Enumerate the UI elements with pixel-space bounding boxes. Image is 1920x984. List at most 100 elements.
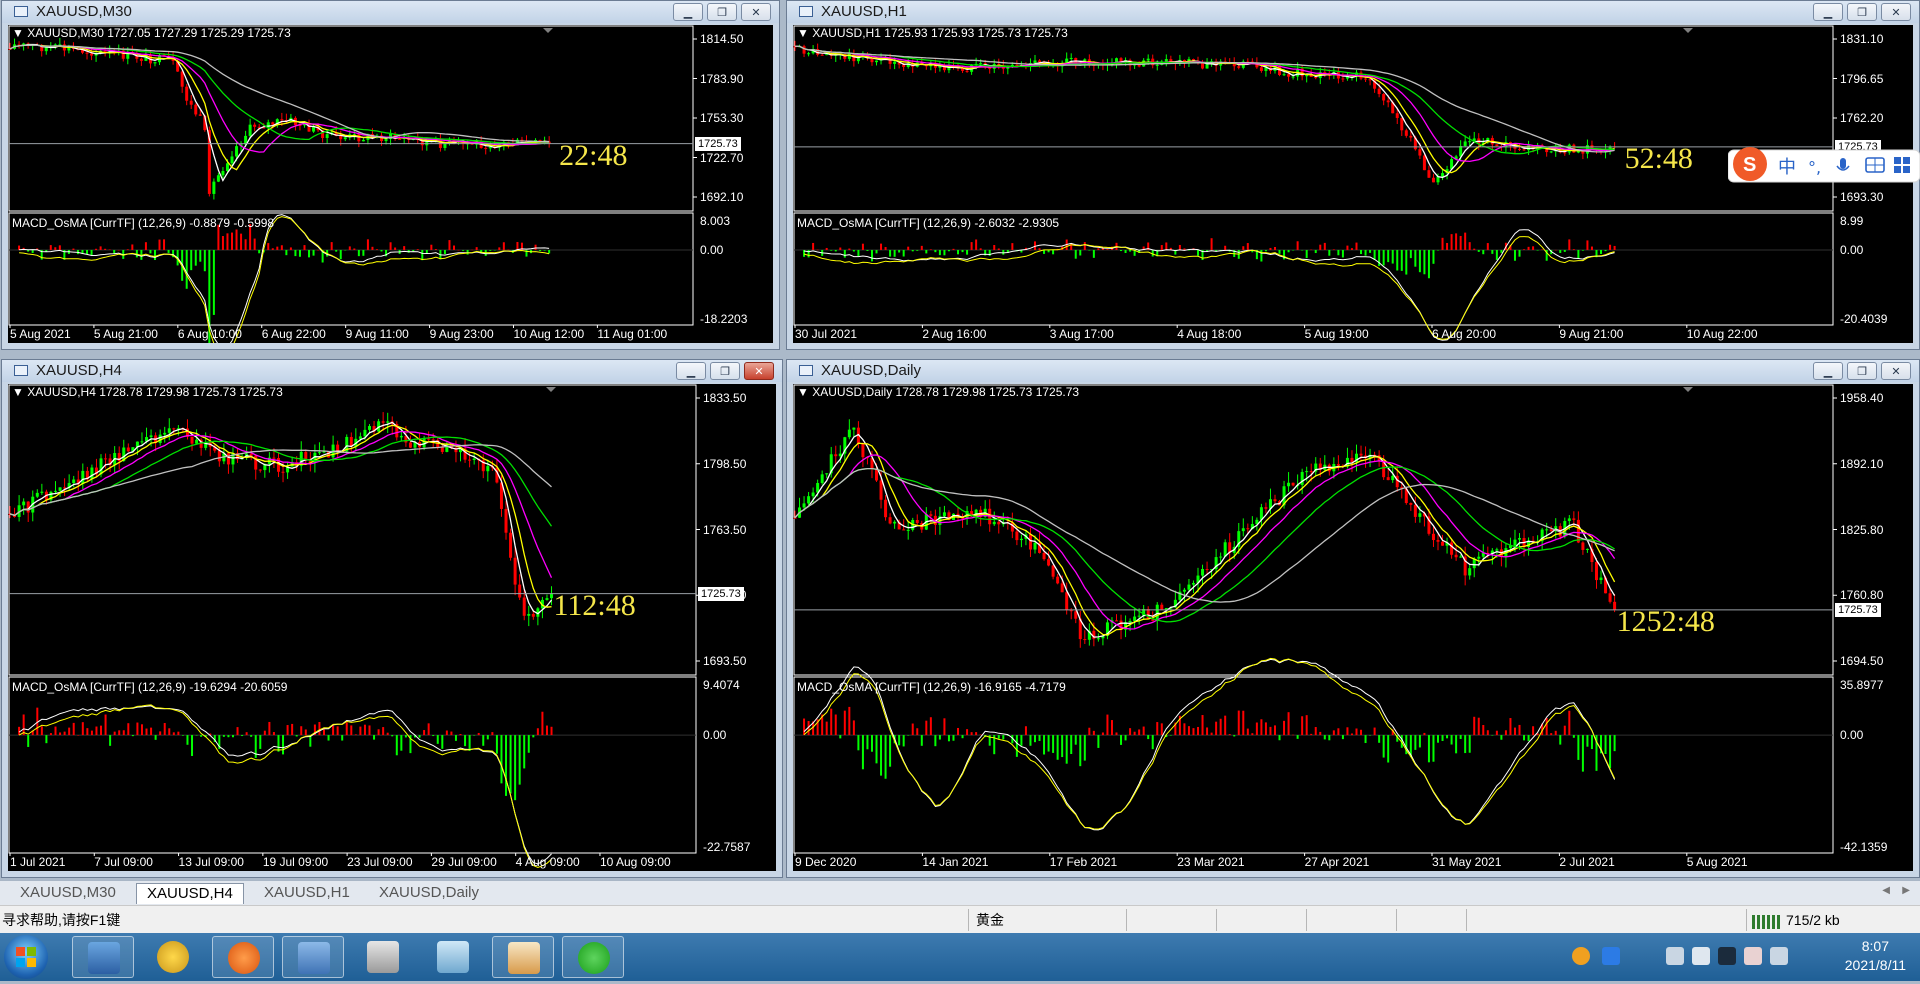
taskbar-paint-icon[interactable]: [492, 936, 554, 978]
tab-xauusd-h1[interactable]: XAUUSD,H1: [254, 883, 360, 903]
maximize-button[interactable]: ❐: [707, 3, 737, 21]
tray-shield-icon[interactable]: [1602, 947, 1620, 965]
macd-scale-label: -22.7587: [703, 840, 751, 854]
minimize-button[interactable]: ▁: [673, 3, 703, 21]
time-axis-label: 9 Aug 11:00: [345, 327, 409, 341]
window-title-bar[interactable]: XAUUSD,H4 ▁ ❐ ✕: [2, 360, 782, 382]
start-button[interactable]: [4, 935, 48, 979]
taskbar-terminal-icon[interactable]: [282, 936, 344, 978]
maximize-button[interactable]: ❐: [1847, 362, 1877, 380]
tray-signal-icon[interactable]: [1770, 947, 1788, 965]
time-axis-label: 7 Jul 09:00: [94, 855, 153, 869]
taskbar-clock[interactable]: 8:07 2021/8/11: [1845, 937, 1906, 975]
time-axis-label: 9 Dec 2020: [795, 855, 857, 869]
time-axis-label: 6 Aug 22:00: [261, 327, 326, 341]
close-button[interactable]: ✕: [744, 362, 774, 380]
chart-window-icon: [799, 365, 813, 376]
time-axis-label: 23 Mar 2021: [1177, 855, 1245, 869]
window-title-bar[interactable]: XAUUSD,H1 ▁ ❐ ✕: [787, 1, 1919, 23]
price-scale-label: 1692.10: [700, 190, 744, 204]
tray-display-icon[interactable]: [1718, 947, 1736, 965]
tray-volume-icon[interactable]: [1692, 947, 1710, 965]
tray-mute-icon[interactable]: [1744, 947, 1762, 965]
macd-indicator-info: MACD_OsMA [CurrTF] (12,26,9) -2.6032 -2.…: [797, 216, 1060, 230]
bar-countdown-timer: 22:48: [559, 138, 628, 172]
tray-antivirus-icon[interactable]: [1572, 947, 1590, 965]
chart-window-m30[interactable]: XAUUSD,M30 ▁ ❐ ✕ 1814.50 1783.90 1753.30 1722.7…: [1, 0, 780, 350]
taskbar-wechat-icon[interactable]: [562, 936, 624, 978]
close-button[interactable]: ✕: [1881, 362, 1911, 380]
tab-xauusd-daily[interactable]: XAUUSD,Daily: [369, 883, 489, 903]
minimize-button[interactable]: ▁: [676, 362, 706, 380]
taskbar-finance-icon[interactable]: [142, 936, 204, 978]
window-title-bar[interactable]: XAUUSD,Daily ▁ ❐ ✕: [787, 360, 1919, 382]
window-title: XAUUSD,H4: [36, 362, 122, 379]
price-scale-label: 1753.30: [700, 111, 744, 125]
price-scale-label: 1892.10: [1840, 456, 1884, 471]
time-axis-label: 5 Aug 2021: [1686, 855, 1748, 869]
time-axis-label: 17 Feb 2021: [1049, 855, 1118, 869]
close-button[interactable]: ✕: [741, 3, 771, 21]
chart-canvas: [793, 384, 1837, 856]
price-scale-label: 1694.50: [1840, 654, 1884, 668]
taskbar-notes-icon[interactable]: [422, 936, 484, 978]
maximize-button[interactable]: ❐: [1847, 3, 1877, 21]
macd-indicator-info: MACD_OsMA [CurrTF] (12,26,9) -0.8879 -0.…: [12, 216, 275, 230]
chart-area[interactable]: 1958.40 1892.10 1825.80 1760.80 1694.50 35.89…: [793, 384, 1913, 871]
chart-symbol-info: ▼ XAUUSD,H4 1728.78 1729.98 1725.73 1725…: [12, 385, 283, 399]
minimize-button[interactable]: ▁: [1813, 3, 1843, 21]
taskbar-swirl-app-icon[interactable]: [212, 936, 274, 978]
close-button[interactable]: ✕: [1881, 3, 1911, 21]
time-axis-label: 9 Aug 23:00: [429, 327, 494, 341]
chart-window-daily[interactable]: XAUUSD,Daily ▁ ❐ ✕ 1958.40 1892.10 1825.80 1760…: [786, 359, 1920, 878]
bid-price-label: 1725.73: [1835, 602, 1881, 617]
macd-scale-label: 0.00: [1840, 242, 1864, 257]
bid-price-label: 1725.73: [695, 136, 741, 151]
tab-xauusd-h4[interactable]: XAUUSD,H4: [136, 883, 244, 904]
macd-scale-label: 0.00: [703, 728, 727, 743]
status-profile: 黄金: [976, 912, 1004, 928]
bar-countdown-timer: 52:48: [1624, 141, 1693, 175]
macd-scale-label: 8.99: [1840, 214, 1864, 228]
tray-network-icon[interactable]: [1666, 947, 1684, 965]
time-axis-label: 23 Jul 09:00: [347, 855, 413, 869]
window-title-bar[interactable]: XAUUSD,M30 ▁ ❐ ✕: [2, 1, 779, 23]
price-scale-label: 1783.90: [700, 71, 744, 86]
tab-scroll-right-icon[interactable]: ▶: [1902, 885, 1910, 896]
chart-window-icon: [799, 6, 813, 17]
connection-bars-icon: [1752, 906, 1782, 934]
time-axis-label: 19 Jul 09:00: [262, 855, 329, 869]
minimize-button[interactable]: ▁: [1813, 362, 1843, 380]
chart-area[interactable]: 1833.501798.501763.501728.501693.509.407…: [8, 384, 776, 871]
macd-indicator-info: MACD_OsMA [CurrTF] (12,26,9) -16.9165 -4…: [797, 680, 1066, 694]
maximize-button[interactable]: ❐: [710, 362, 740, 380]
time-axis-label: 5 Aug 19:00: [1304, 327, 1369, 341]
price-scale-label: 1831.10: [1840, 32, 1884, 46]
price-scale-label: 1825.80: [1840, 522, 1884, 537]
tab-xauusd-m30[interactable]: XAUUSD,M30: [10, 883, 126, 903]
time-axis-label: 10 Aug 12:00: [513, 327, 585, 341]
window-title: XAUUSD,M30: [36, 3, 132, 20]
macd-scale-label: 35.8977: [1840, 678, 1884, 692]
status-bar: 寻求帮助,请按F1键 黄金 715/2 kb: [0, 905, 1920, 934]
taskbar-camera-icon[interactable]: [352, 936, 414, 978]
time-axis-label: 2 Jul 2021: [1559, 855, 1615, 869]
time-axis-label: 5 Aug 21:00: [93, 327, 158, 341]
taskbar-mt4-icon[interactable]: [72, 936, 134, 978]
chart-area[interactable]: 1814.50 1783.90 1753.30 1722.70 1692.10 8.003…: [8, 25, 773, 343]
ime-toolbar[interactable]: S 中 °,: [1727, 146, 1920, 184]
chart-tabs: XAUUSD,M30 XAUUSD,H4 XAUUSD,H1 XAUUSD,Da…: [0, 880, 1920, 906]
time-axis-label: 3 Aug 17:00: [1049, 327, 1114, 341]
window-controls: ▁ ❐ ✕: [1813, 3, 1911, 21]
time-axis-label: 27 Apr 2021: [1304, 855, 1370, 869]
chart-symbol-info: ▼ XAUUSD,H1 1725.93 1725.93 1725.73 1725…: [797, 26, 1068, 40]
time-axis-label: 14 Jan 2021: [922, 855, 989, 869]
bar-countdown-timer: 1252:48: [1616, 604, 1715, 638]
bar-countdown-timer: 112:48: [553, 588, 636, 622]
time-axis-label: 5 Aug 2021: [10, 327, 71, 341]
tab-scroll-left-icon[interactable]: ◀: [1882, 885, 1890, 896]
time-axis-label: 11 Aug 01:00: [597, 327, 668, 341]
chart-window-h4[interactable]: XAUUSD,H4 ▁❐✕ 1833.501798.501763.501728.50…: [1, 359, 783, 878]
price-scale-label: 1958.40: [1840, 391, 1884, 405]
ime-punct-label: °,: [1808, 158, 1821, 177]
